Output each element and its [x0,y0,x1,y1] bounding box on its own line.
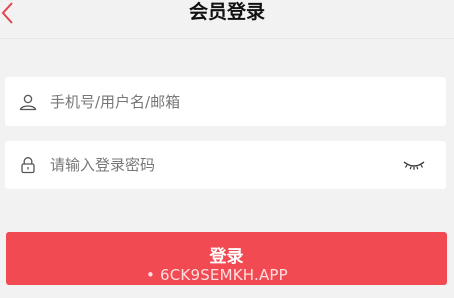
password-field[interactable] [5,141,446,189]
password-input[interactable] [50,141,390,189]
lock-icon [18,155,38,175]
header-bar: 会员登录 [0,0,454,39]
username-field[interactable] [5,77,446,126]
watermark-text: • 6CK9SEMKH.APP [146,266,288,284]
page-title: 会员登录 [188,1,265,23]
eye-closed-icon[interactable] [402,158,426,172]
login-button-label: 登录 [209,247,244,267]
username-input[interactable] [50,77,390,126]
user-icon [18,92,38,112]
